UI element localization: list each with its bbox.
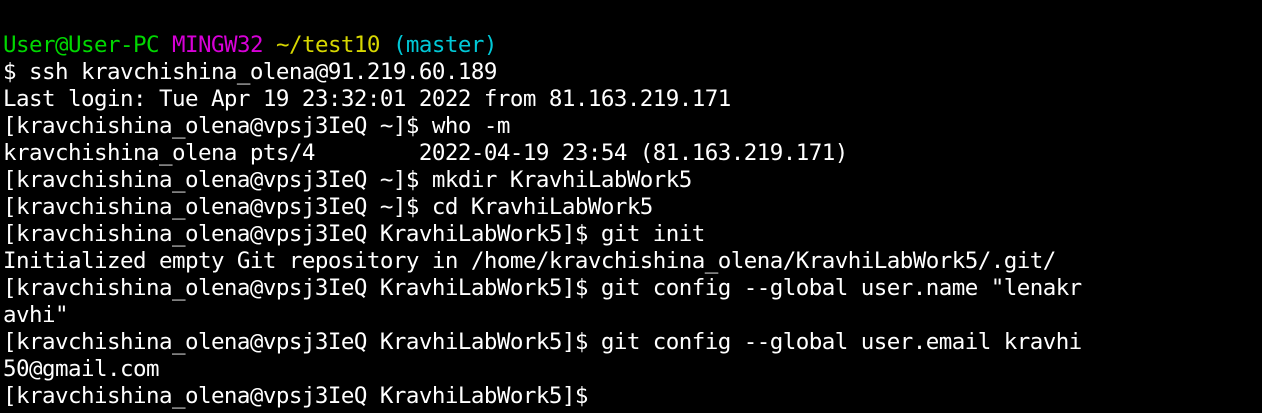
terminal-current-prompt[interactable]: [kravchishina_olena@vpsj3IeQ KravhiLabWo… — [3, 383, 1262, 410]
terminal-line: [kravchishina_olena@vpsj3IeQ KravhiLabWo… — [3, 275, 1082, 301]
prompt-path: ~/test10 — [275, 32, 381, 58]
prompt-user-host: User@User-PC — [3, 32, 160, 58]
terminal-line: [kravchishina_olena@vpsj3IeQ KravhiLabWo… — [3, 329, 1082, 355]
terminal-line: Last login: Tue Apr 19 23:32:01 2022 fro… — [3, 86, 731, 112]
terminal-line: [kravchishina_olena@vpsj3IeQ KravhiLabWo… — [3, 221, 705, 247]
terminal-line: [kravchishina_olena@vpsj3IeQ ~]$ cd Krav… — [3, 194, 653, 220]
terminal-line: [kravchishina_olena@vpsj3IeQ ~]$ who -m — [3, 113, 510, 139]
terminal-line: [kravchishina_olena@vpsj3IeQ ~]$ mkdir K… — [3, 167, 692, 193]
terminal-window[interactable]: User@User-PC MINGW32 ~/test10 (master) $… — [0, 0, 1262, 413]
terminal-line: avhi" — [3, 302, 69, 328]
prompt-system: MINGW32 — [171, 32, 264, 58]
terminal-line: $ ssh kravchishina_olena@91.219.60.189 — [3, 59, 497, 85]
git-bash-prompt: User@User-PC MINGW32 ~/test10 (master) — [3, 32, 1262, 59]
terminal-line: Initialized empty Git repository in /hom… — [3, 248, 1056, 274]
terminal-line: kravchishina_olena pts/4 2022-04-19 23:5… — [3, 140, 848, 166]
terminal-line: 50@gmail.com — [3, 356, 160, 382]
prompt-branch: (master) — [392, 32, 498, 58]
